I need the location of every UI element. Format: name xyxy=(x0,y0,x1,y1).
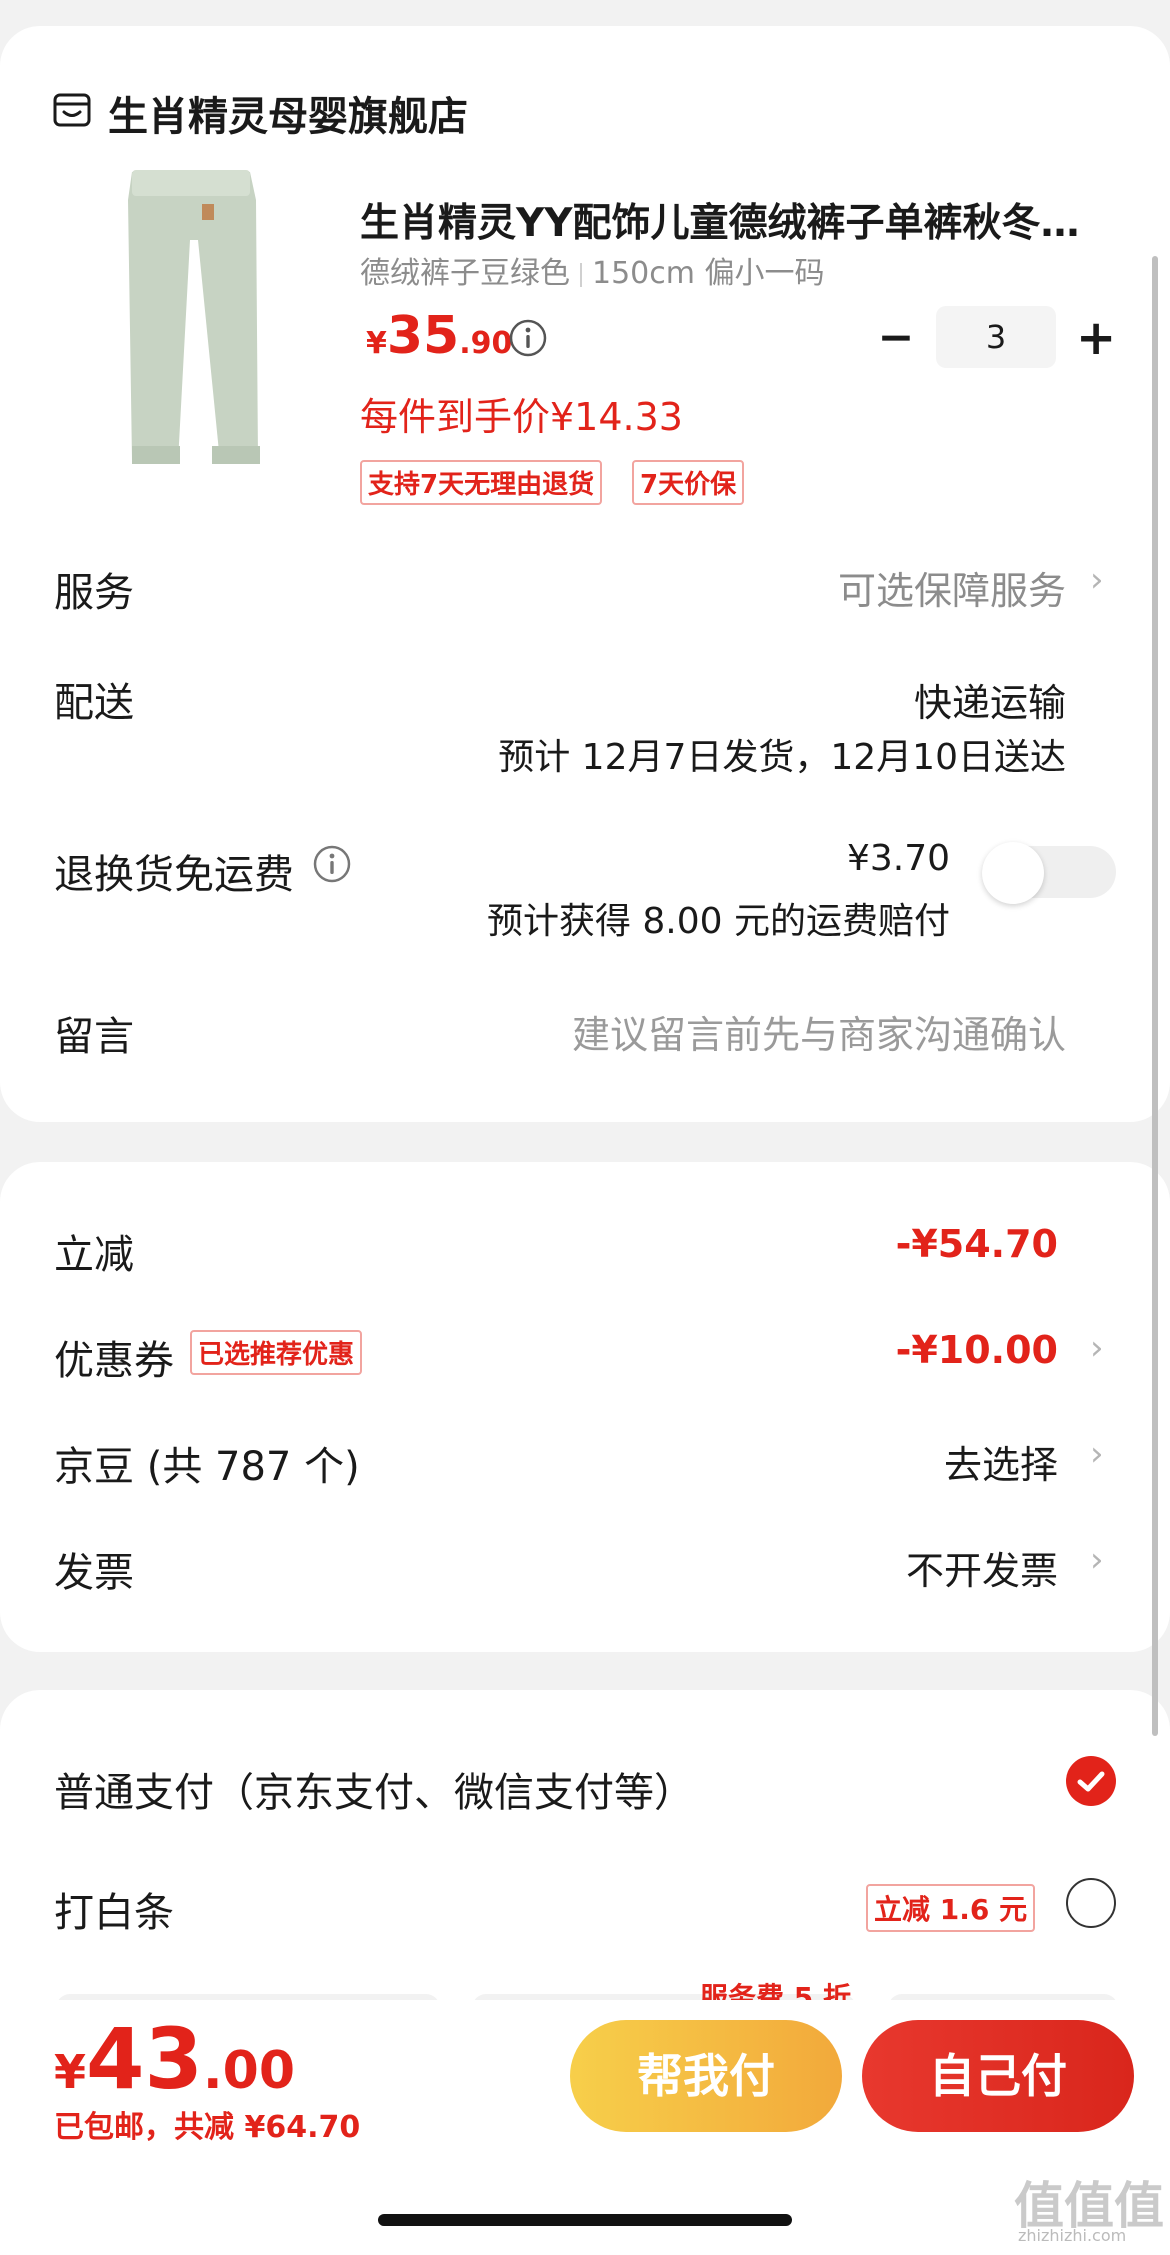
price-protect-tag: 7天价保 xyxy=(632,460,745,505)
return-shipping-price: ¥3.70 xyxy=(846,838,950,879)
store-icon xyxy=(53,93,91,127)
total-symbol: ¥ xyxy=(54,2045,87,2099)
message-label: 留言 xyxy=(54,1014,134,1060)
product-size: 150cm 偏小一码 xyxy=(592,256,825,291)
total-decimal: .00 xyxy=(202,2041,296,2101)
price-integer: 35 xyxy=(386,306,460,366)
coupon-value[interactable]: -¥10.00 xyxy=(896,1328,1058,1372)
check-icon xyxy=(1077,1771,1105,1792)
jingdou-value[interactable]: 去选择 xyxy=(944,1434,1058,1489)
product-title[interactable]: 生肖精灵YY配饰儿童德绒裤子单裤秋冬… xyxy=(360,192,1100,248)
home-indicator[interactable] xyxy=(378,2214,792,2226)
invoice-value[interactable]: 不开发票 xyxy=(906,1540,1058,1595)
baitiao-label[interactable]: 打白条 xyxy=(54,1880,174,1938)
baitiao-radio[interactable] xyxy=(1066,1878,1116,1928)
total-integer: 43 xyxy=(86,2010,203,2108)
unit-price: 每件到手价¥14.33 xyxy=(360,395,683,439)
normal-payment-label[interactable]: 普通支付（京东支付、微信支付等） xyxy=(54,1760,694,1818)
product-spec[interactable]: 德绒裤子豆绿色 150cm 偏小一码 xyxy=(360,248,825,292)
price-decimal: .90 xyxy=(459,326,513,361)
service-label: 服务 xyxy=(54,570,134,616)
jingdou-label: 京豆 (共 787 个) xyxy=(54,1444,360,1490)
chevron-right-icon[interactable]: › xyxy=(1090,1540,1104,1580)
total-price: ¥43.00 xyxy=(54,2010,295,2108)
return-shipping-note: 预计获得 8.00 元的运费赔付 xyxy=(486,901,950,942)
delivery-label: 配送 xyxy=(54,680,134,726)
coupon-badge: 已选推荐优惠 xyxy=(190,1330,363,1375)
instant-discount-value: -¥54.70 xyxy=(895,1222,1058,1266)
product-color: 德绒裤子豆绿色 xyxy=(360,256,570,291)
price-info-icon[interactable] xyxy=(508,318,548,358)
invoice-label: 发票 xyxy=(54,1550,134,1596)
quantity-increase-button[interactable]: + xyxy=(1076,312,1116,364)
return-shipping-toggle[interactable] xyxy=(982,842,1116,904)
product-image[interactable] xyxy=(80,160,300,490)
quantity-decrease-button[interactable]: − xyxy=(876,316,916,360)
product-price: ¥35.90 xyxy=(366,306,512,366)
chevron-right-icon[interactable]: › xyxy=(1090,1328,1104,1368)
pay-myself-button[interactable]: 自己付 xyxy=(862,2020,1134,2132)
chevron-right-icon[interactable]: › xyxy=(1090,560,1104,600)
return-info-icon[interactable] xyxy=(312,844,352,884)
coupon-label: 优惠券 xyxy=(54,1338,174,1384)
store-name[interactable]: 生肖精灵母婴旗舰店 xyxy=(108,84,468,142)
delivery-method[interactable]: 快递运输 xyxy=(914,672,1066,727)
service-value[interactable]: 可选保障服务 xyxy=(838,560,1066,615)
return-shipping-label: 退换货免运费 xyxy=(54,852,294,898)
total-savings-note: 已包邮，共减 ¥64.70 xyxy=(54,2110,361,2145)
chevron-right-icon[interactable]: › xyxy=(1090,1434,1104,1474)
normal-payment-radio[interactable] xyxy=(1066,1756,1116,1806)
instant-discount-label: 立减 xyxy=(54,1232,134,1278)
scrollbar[interactable] xyxy=(1152,256,1158,1736)
price-symbol: ¥ xyxy=(366,326,387,361)
spec-divider xyxy=(580,262,582,287)
message-input[interactable]: 建议留言前先与商家沟通确认 xyxy=(572,1004,1066,1059)
delivery-eta: 预计 12月7日发货，12月10日送达 xyxy=(498,737,1066,778)
quantity-input[interactable]: 3 xyxy=(936,306,1056,368)
toggle-knob xyxy=(982,842,1044,904)
watermark-url: zhizhizhi.com xyxy=(1018,2226,1127,2245)
baitiao-badge: 立减 1.6 元 xyxy=(866,1884,1036,1932)
return-policy-tag: 支持7天无理由退货 xyxy=(360,460,603,505)
help-me-pay-button[interactable]: 帮我付 xyxy=(570,2020,842,2132)
